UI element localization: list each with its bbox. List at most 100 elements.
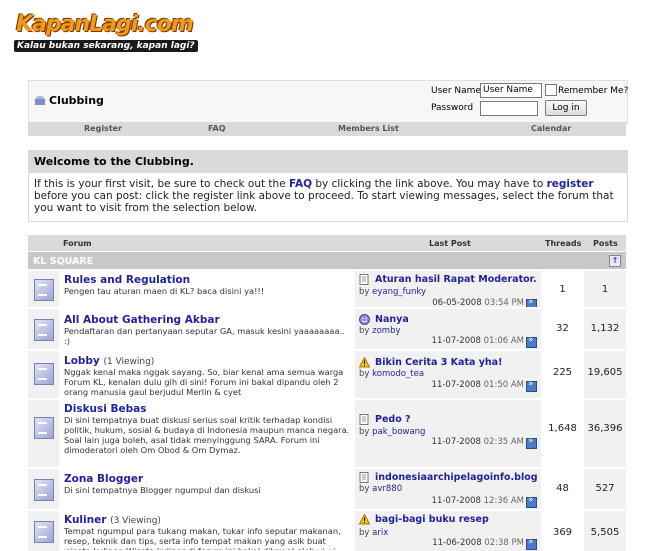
forum-row: Diskusi Bebas Di sini tempatnya buat dis… — [28, 398, 626, 467]
welcome-text: If this is your first visit, be sure to … — [34, 178, 614, 214]
last-post-title[interactable]: Pedo ? — [375, 414, 537, 425]
nav-links: Register FAQ Members List Calendar — [28, 122, 626, 136]
category-title[interactable]: KL SQUARE — [33, 256, 93, 267]
username-input[interactable]: User Name — [480, 83, 542, 98]
forum-title[interactable]: All About Gathering Akbar — [64, 314, 220, 326]
viewing-count: (3 Viewing) — [110, 516, 161, 526]
warning-icon — [358, 356, 371, 368]
go-to-last-post-icon[interactable] — [526, 335, 537, 348]
viewing-count: (1 Viewing) — [103, 357, 155, 367]
forum-row: Kuliner (3 Viewing) Tempat ngumpul para t… — [28, 509, 626, 551]
last-post-date: 11-07-2008 02:35 AM — [431, 437, 524, 447]
password-input[interactable] — [480, 101, 538, 116]
password-label: Password — [431, 103, 474, 113]
go-to-last-post-icon[interactable] — [526, 379, 537, 392]
header-forum: Forum — [63, 239, 92, 248]
last-post-title[interactable]: Aturan hasil Rapat Moderator... — [375, 274, 537, 285]
forum-description: Di sini tempatnya buat diskusi serius so… — [64, 415, 350, 455]
forum-title[interactable]: Lobby (1 Viewing) — [64, 355, 154, 367]
header-threads: Threads — [545, 239, 582, 248]
register-link[interactable]: register — [547, 178, 594, 190]
last-post-date: 11-07-2008 01:06 AM — [431, 336, 524, 346]
post-count: 36,396 — [587, 423, 623, 434]
forum-title[interactable]: Zona Blogger — [64, 473, 143, 485]
last-post-username[interactable]: pak_bowang — [372, 427, 425, 437]
post-count: 19,605 — [587, 367, 623, 378]
last-post-author: by avr880 — [359, 484, 403, 494]
last-post-username[interactable]: komodo_tea — [372, 369, 424, 379]
warning-icon — [358, 513, 371, 525]
username-label: User Name — [431, 86, 481, 96]
login-button[interactable]: Log in — [545, 100, 587, 116]
last-post-title[interactable]: Bikin Cerita 3 Kata yha! — [375, 357, 537, 368]
forum-folder-icon — [34, 279, 54, 301]
post-count: 527 — [595, 483, 615, 494]
remember-me-checkbox[interactable] — [545, 84, 557, 96]
last-post-date: 11-07-2008 12:36 AM — [431, 496, 524, 506]
post-icon — [359, 274, 370, 285]
logo-tagline: Kalau bukan sekarang, kapan lagi? — [14, 40, 198, 52]
go-to-last-post-icon[interactable] — [526, 537, 537, 550]
go-to-last-post-icon[interactable] — [526, 436, 537, 449]
last-post-author: by pak_bowang — [359, 427, 426, 437]
forum-row: Lobby (1 Viewing) Nggak kenal maka nggak … — [28, 349, 626, 398]
post-icon — [359, 472, 370, 483]
breadcrumb-title[interactable]: Clubbing — [49, 94, 104, 107]
go-to-last-post-icon[interactable] — [526, 495, 537, 508]
thread-count: 32 — [556, 323, 569, 334]
header-last-post: Last Post — [429, 239, 471, 248]
table-header: Forum Last Post Threads Posts — [28, 235, 626, 251]
last-post-title[interactable]: indonesiaarchipelagoinfo.blogs... — [375, 472, 537, 483]
collapse-icon[interactable]: ↑ — [609, 255, 621, 267]
last-post-author: by eyang_funky — [359, 287, 427, 297]
forum-folder-icon — [34, 363, 54, 385]
last-post-username[interactable]: arix — [372, 528, 388, 538]
forum-title[interactable]: Rules and Regulation — [64, 274, 190, 286]
forum-row: Zona Blogger Di sini tempatnya Blogger n… — [28, 467, 626, 509]
forum-row: Rules and Regulation Pengen tau aturan m… — [28, 269, 626, 310]
thread-count: 369 — [552, 527, 573, 538]
nav-calendar[interactable]: Calendar — [531, 124, 571, 133]
thread-count: 1 — [559, 284, 566, 295]
welcome-box: Welcome to the Clubbing. If this is your… — [28, 150, 628, 222]
forum-title[interactable]: Diskusi Bebas — [64, 403, 147, 415]
thread-count: 1,648 — [548, 423, 577, 434]
nav-faq[interactable]: FAQ — [208, 124, 226, 133]
post-count: 1,132 — [590, 323, 620, 334]
logo-title: KapanLagi.com — [16, 12, 194, 37]
last-post-author: by zomby — [359, 326, 401, 336]
smile-icon — [359, 314, 370, 325]
last-post-title[interactable]: bagi-bagi buku resep — [375, 514, 537, 525]
forum-description: Nggak kenal maka nggak sayang. So, biar … — [64, 367, 344, 397]
remember-me-label: Remember Me? — [558, 86, 629, 96]
header-posts: Posts — [593, 239, 618, 248]
faq-link[interactable]: FAQ — [289, 178, 312, 190]
forum-folder-icon — [34, 319, 54, 341]
last-post-username[interactable]: eyang_funky — [372, 287, 426, 297]
forum-description: Pengen tau aturan maen di KL? baca disin… — [64, 286, 265, 296]
thread-count: 48 — [556, 483, 569, 494]
forum-row: All About Gathering Akbar Pendaftaran da… — [28, 307, 626, 349]
forum-folder-icon — [34, 479, 54, 501]
forum-description: Tempat ngumpul para tukang makan, tukar … — [64, 526, 341, 550]
forum-folder-icon — [34, 417, 54, 439]
forum-description: Pendaftaran dan pertanyaan seputar GA, m… — [64, 326, 345, 346]
post-count: 1 — [601, 284, 609, 295]
forum-folder-icon — [34, 521, 54, 543]
last-post-username[interactable]: avr880 — [372, 484, 402, 494]
forum-home-icon[interactable] — [35, 96, 45, 105]
post-count: 5,505 — [590, 527, 620, 538]
last-post-author: by komodo_tea — [359, 369, 425, 379]
forum-title[interactable]: Kuliner (3 Viewing) — [64, 514, 161, 526]
nav-register[interactable]: Register — [84, 124, 122, 133]
forum-table: Forum Last Post Threads Posts KL SQUARE … — [28, 235, 626, 551]
category-row: KL SQUARE ↑ — [28, 252, 626, 269]
last-post-date: 11-06-2008 02:38 PM — [432, 538, 524, 548]
site-logo[interactable]: KapanLagi.com Kalau bukan sekarang, kapa… — [14, 12, 198, 58]
thread-count: 225 — [552, 367, 573, 378]
last-post-date: 11-07-2008 01:50 AM — [431, 380, 524, 390]
nav-members-list[interactable]: Members List — [338, 124, 399, 133]
last-post-title[interactable]: Nanya — [375, 314, 537, 325]
last-post-username[interactable]: zomby — [372, 326, 400, 336]
welcome-title: Welcome to the Clubbing. — [29, 151, 627, 173]
